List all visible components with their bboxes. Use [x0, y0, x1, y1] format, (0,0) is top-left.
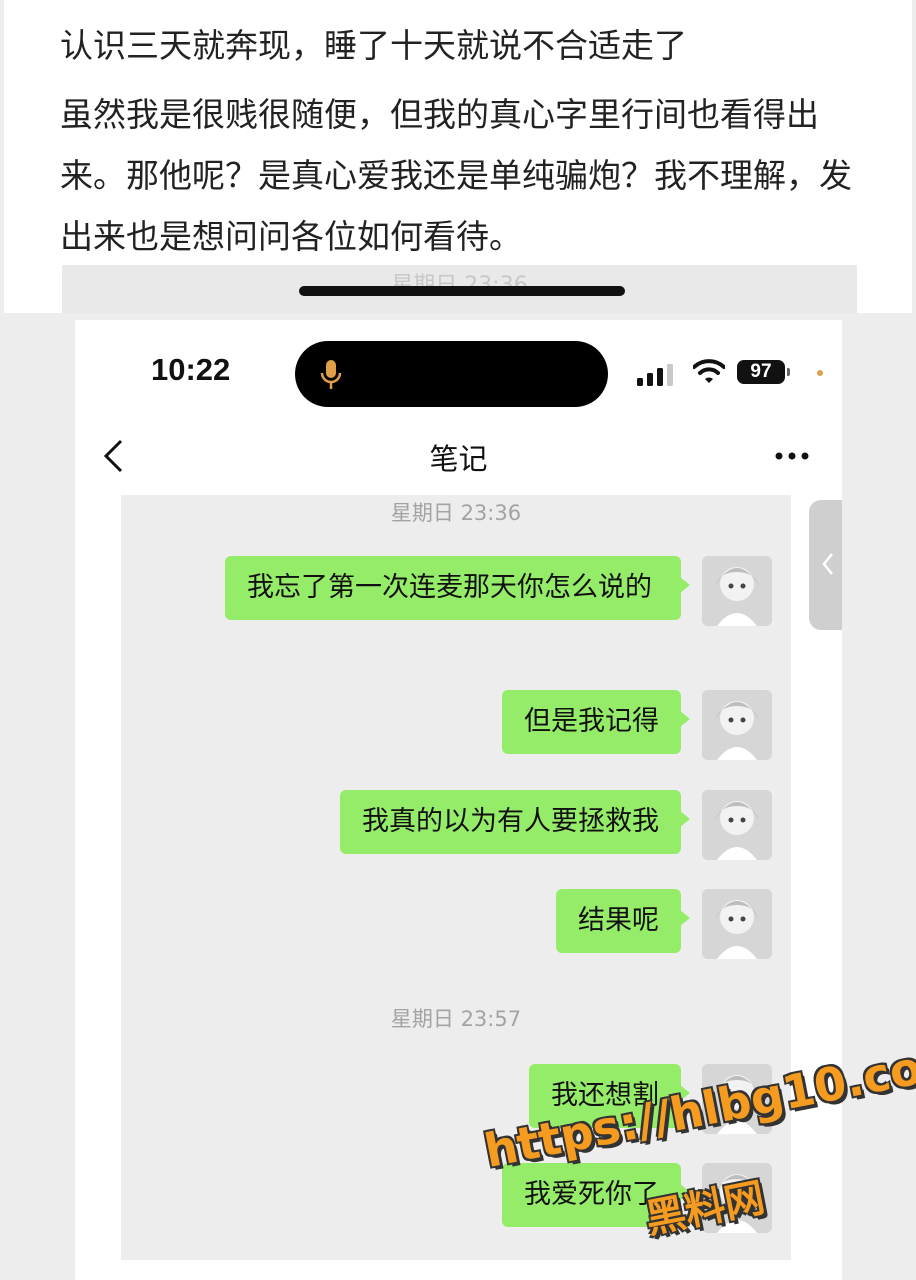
wifi-icon: [693, 359, 725, 383]
signal-icon: [637, 364, 673, 386]
chevron-left-icon: [822, 553, 833, 575]
avatar[interactable]: [702, 889, 772, 959]
dynamic-island: [295, 341, 608, 407]
avatar[interactable]: [702, 790, 772, 860]
scroll-handle[interactable]: [299, 286, 625, 296]
anime-avatar-icon: [702, 690, 772, 760]
message-bubble[interactable]: 结果呢: [556, 889, 690, 953]
side-drawer-tab[interactable]: [809, 500, 842, 630]
anime-avatar-icon: [702, 790, 772, 860]
message-bubble[interactable]: 但是我记得: [502, 690, 690, 754]
phone-screenshot: 10:22 97 笔记 星期日 23:36 我忘了第一次连麦那天你怎么说的 但是…: [75, 320, 842, 1280]
avatar[interactable]: [702, 556, 772, 626]
message-bubble[interactable]: 我忘了第一次连麦那天你怎么说的: [225, 556, 690, 620]
avatar[interactable]: [702, 690, 772, 760]
post-title: 认识三天就奔现，睡了十天就说不合适走了: [60, 26, 687, 65]
status-time: 10:22: [151, 352, 231, 387]
post-body: 虽然我是很贱很随便，但我的真心字里行间也看得出来。那他呢？是真心爱我还是单纯骗炮…: [60, 95, 852, 256]
chat-timestamp: 星期日 23:36: [390, 501, 522, 525]
nav-title: 笔记: [429, 442, 488, 476]
battery-indicator: 97: [737, 360, 791, 384]
post-card: 认识三天就奔现，睡了十天就说不合适走了 虽然我是很贱很随便，但我的真心字里行间也…: [4, 0, 912, 313]
message-bubble[interactable]: 我真的以为有人要拯救我: [340, 790, 690, 854]
more-dots-icon[interactable]: [775, 452, 809, 460]
chat-timestamp: 星期日 23:57: [390, 1007, 522, 1031]
anime-avatar-icon: [702, 889, 772, 959]
mic-icon: [320, 360, 342, 389]
battery-level: 97: [737, 360, 785, 384]
privacy-dot: [817, 370, 823, 376]
anime-avatar-icon: [702, 556, 772, 626]
battery-tip: [787, 368, 790, 376]
chat-screenshot: 星期日 23:36 我忘了第一次连麦那天你怎么说的 但是我记得 我真的以为有人要…: [121, 495, 791, 1260]
